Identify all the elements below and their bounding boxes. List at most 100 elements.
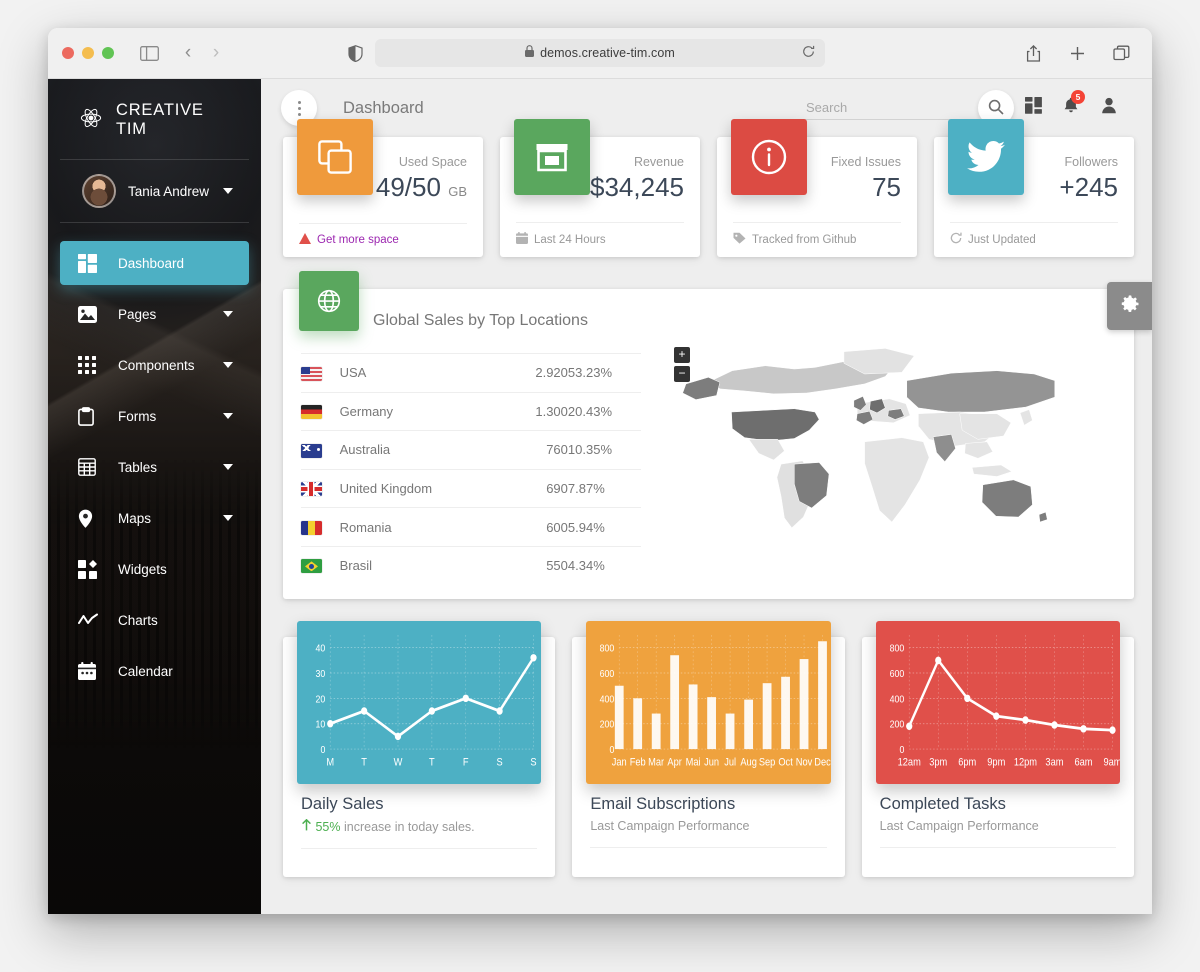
- user-name: Tania Andrew: [128, 183, 210, 199]
- brand-name: CREATIVE TIM: [116, 101, 204, 138]
- chart-subtitle-highlight: 55%: [315, 820, 341, 834]
- privacy-shield-icon[interactable]: [340, 40, 370, 66]
- value-cell: 600: [491, 507, 568, 547]
- chevron-down-icon[interactable]: [223, 362, 233, 368]
- close-window-button[interactable]: [62, 47, 74, 59]
- navigation-arrows: ‹ ›: [174, 42, 230, 64]
- svg-text:12pm: 12pm: [1013, 757, 1036, 769]
- settings-tab-button[interactable]: [1107, 282, 1152, 330]
- sidebar-item-maps[interactable]: Maps: [60, 496, 249, 540]
- chevron-down-icon[interactable]: [223, 188, 233, 194]
- minimize-window-button[interactable]: [82, 47, 94, 59]
- sidebar-item-tables[interactable]: Tables: [60, 445, 249, 489]
- sidebar-item-calendar[interactable]: Calendar: [60, 649, 249, 693]
- avatar: [82, 174, 116, 208]
- stat-footer-label: Just Updated: [968, 233, 1036, 246]
- sidebar-item-components[interactable]: Components: [60, 343, 249, 387]
- svg-text:Dec: Dec: [815, 757, 831, 769]
- apps-grid-icon: [1024, 97, 1042, 119]
- chart-title: Completed Tasks: [879, 795, 1006, 813]
- stat-card-fixed-issues: Fixed Issues 75 Tracked from Github: [717, 119, 917, 257]
- stat-card-followers: Followers +245 Just Updated: [934, 119, 1134, 257]
- chart-footer-divider: [879, 847, 1116, 865]
- kebab-dot: [297, 106, 301, 110]
- reload-icon[interactable]: [802, 45, 815, 61]
- svg-text:S: S: [496, 757, 502, 769]
- world-map[interactable]: [638, 331, 1116, 546]
- svg-text:3am: 3am: [1045, 757, 1063, 769]
- stat-unit: GB: [448, 184, 467, 199]
- tab-overview-icon[interactable]: [1106, 40, 1136, 66]
- sidebar-item-widgets[interactable]: Widgets: [60, 547, 249, 591]
- sidebar-item-label: Dashboard: [118, 255, 185, 271]
- flag-uk: [301, 482, 322, 497]
- stat-footer: Just Updated: [950, 222, 1118, 247]
- chart-plot-completed-tasks[interactable]: 0 200 400 600 800 12am 3pm 6pm 9pm 12pm 3am 6am 9am: [875, 621, 1120, 784]
- flag-australia: [301, 443, 322, 458]
- country-cell: Romania: [339, 507, 492, 547]
- percent-cell: 53.23%: [567, 353, 641, 393]
- new-tab-icon[interactable]: [1062, 40, 1092, 66]
- user-account-button[interactable]: [1090, 91, 1128, 125]
- chevron-down-icon[interactable]: [223, 515, 233, 521]
- brand[interactable]: CREATIVE TIM: [60, 79, 249, 160]
- percent-cell: 7.87%: [567, 468, 641, 508]
- calendar-icon: [78, 662, 106, 680]
- back-button[interactable]: ‹: [174, 42, 202, 64]
- svg-text:Feb: Feb: [630, 757, 646, 769]
- flag-cell: [301, 391, 340, 431]
- chevron-down-icon[interactable]: [223, 413, 233, 419]
- page-title: Dashboard: [343, 98, 424, 117]
- stat-number: +245: [1059, 172, 1118, 202]
- flag-cell: [301, 545, 340, 585]
- value-cell: 760: [491, 430, 568, 470]
- sidebar: CREATIVE TIM Tania Andrew Dashboard Pages…: [48, 79, 261, 914]
- chart-card-completed-tasks: 0 200 400 600 800 12am 3pm 6pm 9pm 12pm 3am 6am 9am C…: [861, 621, 1134, 877]
- svg-text:S: S: [530, 757, 536, 769]
- forward-button[interactable]: ›: [202, 42, 230, 64]
- user-profile-row[interactable]: Tania Andrew: [60, 160, 249, 223]
- stat-footer-label: Tracked from Github: [752, 233, 857, 246]
- map-zoom-controls: + −: [674, 347, 690, 385]
- svg-text:20: 20: [316, 694, 326, 706]
- svg-text:W: W: [394, 757, 403, 769]
- map-zoom-out-button[interactable]: −: [674, 366, 690, 382]
- sidebar-item-dashboard[interactable]: Dashboard: [60, 241, 249, 285]
- stat-footer[interactable]: Get more space: [299, 223, 467, 247]
- tag-icon: [733, 232, 746, 247]
- percent-cell: 10.35%: [567, 430, 641, 470]
- store-icon: [514, 119, 590, 195]
- sidebar-item-charts[interactable]: Charts: [60, 598, 249, 642]
- chart-plot-email-subscriptions[interactable]: 0 200 400 600 800 Jan Feb Mar Apr Mai Jun Jul Aug Sep…: [586, 621, 831, 784]
- sidebar-item-forms[interactable]: Forms: [60, 394, 249, 438]
- sidebar-toggle-icon[interactable]: [134, 40, 164, 66]
- flag-cell: [301, 507, 340, 547]
- copy-icon: [297, 119, 373, 195]
- chart-title: Email Subscriptions: [590, 795, 736, 813]
- svg-text:Aug: Aug: [741, 757, 758, 769]
- chevron-down-icon[interactable]: [223, 311, 233, 317]
- chart-footer-divider: [301, 848, 538, 866]
- map-zoom-in-button[interactable]: +: [674, 347, 690, 363]
- global-sales-table: USA 2.920 53.23% Germany 1.300 20.43% Australi…: [301, 353, 641, 585]
- chart-card-email-subscriptions: 0 200 400 600 800 Jan Feb Mar Apr Mai Jun Jul Aug Sep…: [572, 621, 845, 877]
- url-text: demos.creative-tim.com: [540, 46, 675, 60]
- svg-text:M: M: [326, 757, 334, 769]
- sidebar-item-label: Components: [118, 357, 195, 373]
- chevron-down-icon[interactable]: [223, 464, 233, 470]
- search-input[interactable]: [804, 96, 964, 120]
- chart-subtitle-text: Last Campaign Performance: [879, 819, 1039, 833]
- address-bar[interactable]: demos.creative-tim.com: [375, 39, 825, 67]
- chart-svg: 0 200 400 600 800 Jan Feb Mar Apr Mai Jun Jul Aug Sep…: [600, 634, 831, 769]
- main-area: Dashboard Search 5 Used Space 49/50 GB G…: [261, 79, 1152, 914]
- flag-germany: [301, 405, 322, 420]
- maximize-window-button[interactable]: [102, 47, 114, 59]
- sidebar-item-label: Forms: [118, 408, 157, 424]
- share-icon[interactable]: [1018, 40, 1048, 66]
- sidebar-item-pages[interactable]: Pages: [60, 292, 249, 336]
- image-icon: [78, 305, 106, 323]
- chart-card-daily-sales: 0 10 20 30 40 M T W T F S S Daily Sales 55% increase…: [283, 621, 556, 877]
- twitter-icon: [948, 119, 1024, 195]
- chart-plot-daily-sales[interactable]: 0 10 20 30 40 M T W T F S S: [297, 621, 542, 784]
- notifications-button[interactable]: 5: [1052, 90, 1090, 125]
